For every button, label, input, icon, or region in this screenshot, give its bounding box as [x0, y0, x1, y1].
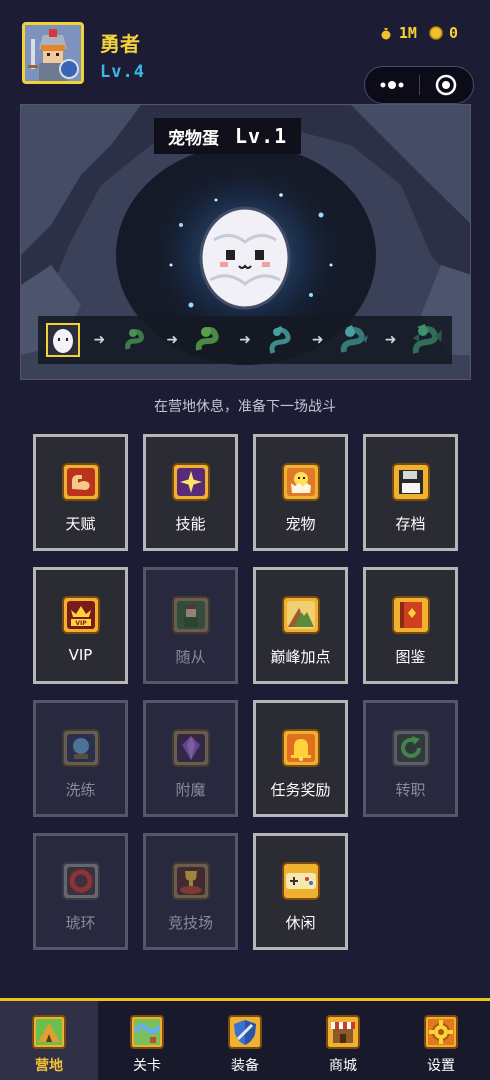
muscle-arm-icon	[61, 463, 100, 501]
nav-label: 关卡	[133, 1058, 161, 1074]
evolution-stage-2[interactable]	[119, 323, 153, 357]
talent-button[interactable]: 天赋	[33, 434, 128, 551]
tile-label: 任务奖励	[270, 781, 331, 799]
crystal-ball-icon	[61, 729, 100, 767]
tile-label: 宠物	[285, 515, 316, 533]
companion-button[interactable]: 随从	[143, 567, 238, 684]
pet-evolution-track: ➜ ➜ ➜ ➜ ➜	[38, 316, 452, 364]
map-icon	[130, 1015, 164, 1049]
snake-icon	[195, 326, 219, 351]
enchant-button[interactable]: 附魔	[143, 700, 238, 817]
vip-button[interactable]: VIP VIP	[33, 567, 128, 684]
nav-label: 营地	[35, 1058, 63, 1074]
trophy-arena-icon	[171, 862, 210, 900]
tile-label: 转职	[395, 781, 426, 799]
arrow-icon: ➜	[384, 332, 397, 348]
coin-amount: 0	[448, 24, 458, 42]
nav-stages[interactable]: 关卡	[98, 1001, 196, 1080]
nav-label: 设置	[427, 1058, 455, 1074]
floppy-disk-icon	[391, 463, 430, 501]
tile-label: VIP	[68, 646, 93, 664]
refine-button[interactable]: 洗练	[33, 700, 128, 817]
book-icon	[391, 596, 430, 634]
peak-points-button[interactable]: 巅峰加点	[253, 567, 348, 684]
tile-label: 技能	[175, 515, 206, 533]
evolution-stage-3[interactable]	[192, 323, 226, 357]
bottom-navigation: 营地 关卡 装备 商城 设置	[0, 998, 490, 1080]
knight-portrait-icon	[25, 25, 81, 81]
skills-button[interactable]: 技能	[143, 434, 238, 551]
evolution-stage-6[interactable]	[410, 323, 444, 357]
class-change-button[interactable]: 转职	[363, 700, 458, 817]
red-ring-icon	[61, 862, 100, 900]
player-name: 勇者	[100, 32, 140, 56]
vip-crown-icon: VIP	[61, 596, 100, 634]
nav-settings[interactable]: 设置	[392, 1001, 490, 1080]
arrow-icon: ➜	[93, 332, 106, 348]
pet-name: 宠物蛋	[168, 128, 219, 149]
coin-icon	[429, 26, 443, 40]
tile-label: 随从	[175, 648, 206, 666]
tile-label: 休闲	[285, 914, 316, 932]
pet-level: Lv.1	[235, 124, 288, 148]
camp-status-text: 在营地休息，准备下一场战斗	[154, 399, 336, 415]
currency-bar: 1M 0	[379, 24, 458, 42]
arrow-icon: ➜	[311, 332, 324, 348]
miniprogram-capsule	[364, 66, 474, 104]
leisure-button[interactable]: 休闲	[253, 833, 348, 950]
nav-shop[interactable]: 商城	[294, 1001, 392, 1080]
more-dots-icon	[380, 81, 404, 89]
arrow-icon: ➜	[239, 332, 251, 348]
money-bag-icon	[381, 28, 391, 40]
camp-tent-icon	[32, 1015, 66, 1049]
pet-egg-icon	[199, 206, 291, 310]
hatching-chick-icon	[281, 463, 320, 501]
tile-label: 存档	[395, 515, 426, 533]
tile-label: 竞技场	[167, 914, 213, 932]
pet-button[interactable]: 宠物	[253, 434, 348, 551]
egg-icon	[53, 329, 73, 353]
arrow-icon: ➜	[166, 332, 179, 348]
mountain-peak-icon	[281, 596, 320, 634]
evolution-stage-1[interactable]	[46, 323, 80, 357]
player-avatar[interactable]	[22, 22, 84, 84]
amber-ring-button[interactable]: 琥环	[33, 833, 128, 950]
player-level: Lv.4	[100, 62, 145, 82]
nav-camp[interactable]: 营地	[0, 1001, 98, 1080]
nav-label: 商城	[329, 1058, 357, 1074]
purple-gem-icon	[171, 729, 210, 767]
codex-button[interactable]: 图鉴	[363, 567, 458, 684]
shield-icon	[228, 1015, 262, 1049]
evolution-stage-4[interactable]	[264, 323, 298, 357]
arena-button[interactable]: 竞技场	[143, 833, 238, 950]
save-button[interactable]: 存档	[363, 434, 458, 551]
dragon-icon	[412, 324, 442, 354]
evolution-stage-5[interactable]	[337, 323, 371, 357]
shop-icon	[326, 1015, 360, 1049]
gear-icon	[424, 1015, 458, 1049]
tile-label: 附魔	[175, 781, 206, 799]
more-menu-button[interactable]	[365, 67, 419, 103]
svg-text:VIP: VIP	[75, 620, 87, 627]
gamepad-icon	[281, 862, 320, 900]
pet-title-banner: 宠物蛋 Lv.1	[154, 118, 302, 154]
tile-label: 洗练	[65, 781, 96, 799]
tile-label: 天赋	[65, 515, 96, 533]
sparkle-star-icon	[171, 463, 210, 501]
bell-icon	[281, 729, 320, 767]
companion-icon	[171, 596, 210, 634]
close-miniprogram-button[interactable]	[420, 67, 474, 103]
quest-rewards-button[interactable]: 任务奖励	[253, 700, 348, 817]
gold-amount: 1M	[398, 24, 417, 42]
tile-label: 琥环	[65, 914, 96, 932]
nav-equipment[interactable]: 装备	[196, 1001, 294, 1080]
serpent-icon	[269, 326, 292, 354]
tile-label: 巅峰加点	[270, 648, 331, 666]
tile-label: 图鉴	[395, 648, 426, 666]
target-close-icon	[436, 74, 457, 96]
baby-snake-icon	[124, 329, 144, 350]
small-dragon-icon	[340, 325, 369, 353]
nav-label: 装备	[231, 1058, 259, 1074]
rotate-arrow-icon	[391, 729, 430, 767]
